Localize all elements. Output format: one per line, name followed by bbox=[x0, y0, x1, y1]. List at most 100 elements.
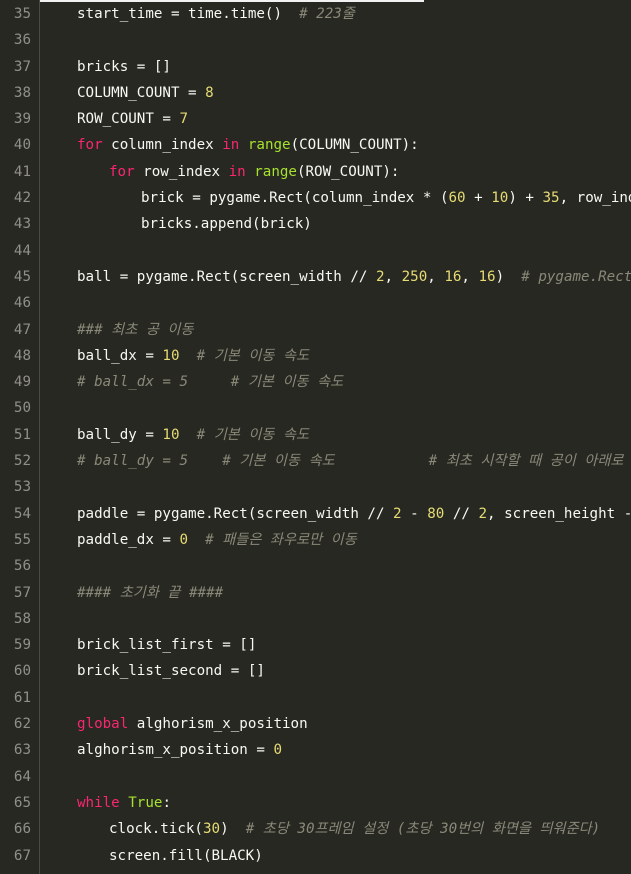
code-line[interactable]: 58 bbox=[0, 606, 631, 632]
line-number: 40 bbox=[13, 137, 31, 154]
code-line[interactable]: 36 bbox=[0, 27, 631, 53]
code-token: ) bbox=[495, 268, 522, 285]
keyword-token: global bbox=[77, 716, 129, 733]
code-token: screen.fill(BLACK) bbox=[109, 847, 263, 864]
code-token: bricks.append(brick) bbox=[141, 216, 312, 233]
code-line[interactable]: 37 bricks = [] bbox=[0, 54, 631, 80]
line-number: 47 bbox=[13, 321, 31, 338]
code-token: paddle = pygame.Rect(screen_width // bbox=[77, 505, 394, 522]
code-token: - bbox=[401, 505, 428, 522]
code-line[interactable]: 59 brick_list_first = [] bbox=[0, 632, 631, 658]
code-line[interactable]: 64 bbox=[0, 764, 631, 790]
comment-token: # ball_dy = 5 # 기본 이동 속도 # 최초 시작할 때 공이 아… bbox=[77, 453, 624, 470]
code-line[interactable]: 62 global alghorism_x_position bbox=[0, 711, 631, 737]
line-number: 66 bbox=[13, 821, 31, 838]
number-token: 30 bbox=[202, 821, 221, 838]
code-text: ROW_COUNT = 7 bbox=[77, 106, 188, 132]
code-text: screen.fill(BLACK) bbox=[109, 843, 263, 869]
code-line[interactable]: 45 ball = pygame.Rect(screen_width // 2, … bbox=[0, 264, 631, 290]
keyword-token: for bbox=[109, 163, 135, 180]
code-editor[interactable]: 35 start_time = time.time() # 223줄 36 37 bri… bbox=[0, 0, 631, 874]
code-line[interactable]: 38 COLUMN_COUNT = 8 bbox=[0, 80, 631, 106]
number-token: 16 bbox=[444, 268, 462, 285]
line-number: 37 bbox=[13, 58, 31, 75]
number-token: 60 bbox=[448, 190, 466, 207]
code-line[interactable]: 66 clock.tick(30) # 초당 30프레임 설정 (초당 30번의 … bbox=[0, 816, 631, 842]
builtin-token: range bbox=[247, 137, 291, 154]
line-number: 46 bbox=[13, 295, 31, 312]
code-lines[interactable]: 35 start_time = time.time() # 223줄 36 37 bri… bbox=[0, 1, 631, 869]
code-text: paddle_dx = 0 # 패들은 좌우로만 이동 bbox=[77, 527, 357, 553]
number-token: 10 bbox=[162, 426, 180, 443]
code-text: ball_dx = 10 # 기본 이동 속도 bbox=[77, 343, 309, 369]
line-number: 60 bbox=[13, 663, 31, 680]
code-line[interactable]: 63 alghorism_x_position = 0 bbox=[0, 737, 631, 763]
code-token: brick = pygame.Rect(column_index * ( bbox=[141, 190, 449, 207]
code-line[interactable]: 43 bricks.append(brick) bbox=[0, 211, 631, 237]
code-line[interactable]: 61 bbox=[0, 685, 631, 711]
line-number: 63 bbox=[13, 742, 31, 759]
line-number: 43 bbox=[13, 216, 31, 233]
code-text: brick_list_second = [] bbox=[77, 658, 265, 684]
code-text: COLUMN_COUNT = 8 bbox=[77, 80, 214, 106]
code-line[interactable]: 44 bbox=[0, 238, 631, 264]
line-number: 45 bbox=[13, 268, 31, 285]
code-token: (ROW_COUNT): bbox=[296, 163, 400, 180]
code-line[interactable]: 41 for row_index in range(ROW_COUNT): bbox=[0, 159, 631, 185]
builtin-token: range bbox=[254, 163, 297, 180]
code-text: ### 최초 공 이동 bbox=[77, 317, 194, 343]
code-line[interactable]: 40 for column_index in range(COLUMN_COUNT… bbox=[0, 132, 631, 158]
code-token: ) + bbox=[508, 190, 543, 207]
code-line[interactable]: 51 ball_dy = 10 # 기본 이동 속도 bbox=[0, 422, 631, 448]
code-token: : bbox=[162, 794, 171, 811]
code-line[interactable]: 39 ROW_COUNT = 7 bbox=[0, 106, 631, 132]
code-line[interactable]: 65 while True: bbox=[0, 790, 631, 816]
line-number: 35 bbox=[13, 6, 31, 22]
line-number: 44 bbox=[13, 242, 31, 259]
code-line[interactable]: 48 ball_dx = 10 # 기본 이동 속도 bbox=[0, 343, 631, 369]
line-number: 61 bbox=[13, 689, 31, 706]
line-number: 65 bbox=[13, 794, 31, 811]
code-text: alghorism_x_position = 0 bbox=[77, 737, 282, 763]
code-token: alghorism_x_position bbox=[128, 716, 308, 733]
code-text: brick_list_first = [] bbox=[77, 632, 256, 658]
code-line[interactable]: 54 paddle = pygame.Rect(screen_width // 2… bbox=[0, 501, 631, 527]
code-token: clock.tick( bbox=[109, 821, 203, 838]
code-line[interactable]: 50 bbox=[0, 395, 631, 421]
code-line[interactable]: 55 paddle_dx = 0 # 패들은 좌우로만 이동 bbox=[0, 527, 631, 553]
code-line[interactable]: 56 bbox=[0, 553, 631, 579]
line-number: 51 bbox=[13, 426, 31, 443]
code-token: // bbox=[444, 505, 479, 522]
line-number: 36 bbox=[13, 32, 31, 49]
line-number: 38 bbox=[13, 84, 31, 101]
code-text: ball = pygame.Rect(screen_width // 2, 25… bbox=[77, 264, 631, 290]
code-text: bricks = [] bbox=[77, 54, 171, 80]
code-line[interactable]: 53 bbox=[0, 474, 631, 500]
keyword-token: for bbox=[77, 137, 103, 154]
code-token: + bbox=[465, 190, 492, 207]
code-line[interactable]: 67 screen.fill(BLACK) bbox=[0, 843, 631, 869]
code-line[interactable]: 46 bbox=[0, 290, 631, 316]
code-line[interactable]: 60 brick_list_second = [] bbox=[0, 658, 631, 684]
code-text: clock.tick(30) # 초당 30프레임 설정 (초당 30번의 화면… bbox=[109, 816, 600, 842]
line-number: 58 bbox=[13, 610, 31, 627]
code-line[interactable]: 47 ### 최초 공 이동 bbox=[0, 317, 631, 343]
number-token: 0 bbox=[273, 742, 283, 759]
code-line[interactable]: 42 brick = pygame.Rect(column_index * (60… bbox=[0, 185, 631, 211]
code-text: paddle = pygame.Rect(screen_width // 2 -… bbox=[77, 501, 631, 527]
code-text: global alghorism_x_position bbox=[77, 711, 308, 737]
comment-token: # 초당 30프레임 설정 (초당 30번의 화면을 띄워준다) bbox=[245, 821, 601, 838]
line-number: 52 bbox=[13, 453, 31, 470]
code-line[interactable]: 57 #### 초기화 끝 #### bbox=[0, 580, 631, 606]
comment-token: # 기본 이동 속도 bbox=[196, 347, 310, 364]
code-line[interactable]: 52 # ball_dy = 5 # 기본 이동 속도 # 최초 시작할 때 공이… bbox=[0, 448, 631, 474]
code-line[interactable]: 35 start_time = time.time() # 223줄 bbox=[0, 1, 631, 27]
code-text: brick = pygame.Rect(column_index * (60 +… bbox=[141, 185, 631, 211]
code-line[interactable]: 49 # ball_dx = 5 # 기본 이동 속도 bbox=[0, 369, 631, 395]
comment-token: # 기본 이동 속도 bbox=[196, 426, 310, 443]
comment-token: # pygame.Rect(x시작 bbox=[521, 268, 631, 285]
code-text: # ball_dy = 5 # 기본 이동 속도 # 최초 시작할 때 공이 아… bbox=[77, 448, 623, 474]
